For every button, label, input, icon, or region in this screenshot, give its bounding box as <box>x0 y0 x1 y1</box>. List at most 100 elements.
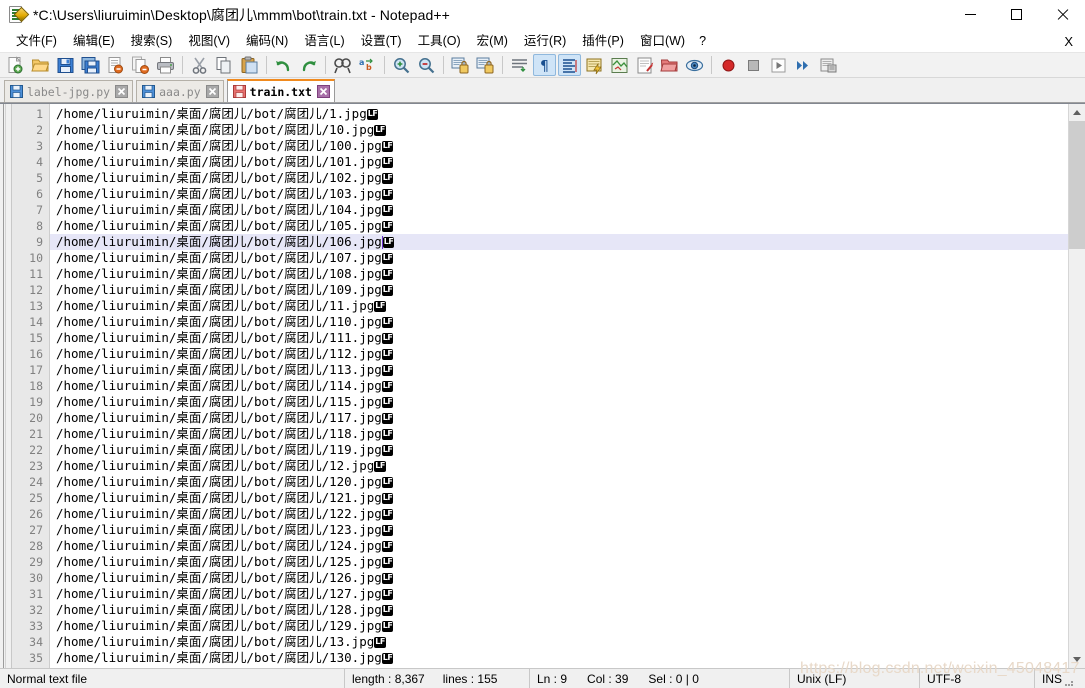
redo-icon[interactable] <box>297 54 320 76</box>
record-macro-icon[interactable] <box>717 54 740 76</box>
code-line[interactable]: /home/liuruimin/桌面/腐团儿/bot/腐团儿/127.jpg LF <box>50 586 1068 602</box>
paste-icon[interactable] <box>238 54 261 76</box>
code-line-current[interactable]: /home/liuruimin/桌面/腐团儿/bot/腐团儿/106.jpg LF <box>50 234 1068 250</box>
code-line[interactable]: /home/liuruimin/桌面/腐团儿/bot/腐团儿/121.jpg LF <box>50 490 1068 506</box>
menu-run[interactable]: 运行(R) <box>516 31 574 51</box>
code-line[interactable]: /home/liuruimin/桌面/腐团儿/bot/腐团儿/115.jpg LF <box>50 394 1068 410</box>
menu-macro[interactable]: 宏(M) <box>469 31 516 51</box>
menu-search[interactable]: 搜索(S) <box>123 31 181 51</box>
status-insert-mode[interactable]: INS <box>1035 669 1085 688</box>
replace-icon[interactable]: ab <box>356 54 379 76</box>
code-line[interactable]: /home/liuruimin/桌面/腐团儿/bot/腐团儿/101.jpg LF <box>50 154 1068 170</box>
code-line[interactable]: /home/liuruimin/桌面/腐团儿/bot/腐团儿/123.jpg LF <box>50 522 1068 538</box>
menu-help[interactable]: ? <box>693 31 712 51</box>
user-defined-dialog-icon[interactable] <box>583 54 606 76</box>
code-line[interactable]: /home/liuruimin/桌面/腐团儿/bot/腐团儿/105.jpg LF <box>50 218 1068 234</box>
undo-icon[interactable] <box>272 54 295 76</box>
scroll-down-button[interactable] <box>1069 651 1085 668</box>
menu-window[interactable]: 窗口(W) <box>632 31 693 51</box>
maximize-button[interactable] <box>993 0 1039 30</box>
status-eol-format[interactable]: Unix (LF) <box>790 668 920 688</box>
scroll-thumb[interactable] <box>1069 121 1085 249</box>
menu-settings[interactable]: 设置(T) <box>353 31 410 51</box>
word-wrap-icon[interactable] <box>508 54 531 76</box>
save-icon[interactable] <box>54 54 77 76</box>
minimize-button[interactable] <box>947 0 993 30</box>
vertical-scrollbar[interactable] <box>1068 104 1085 668</box>
code-line[interactable]: /home/liuruimin/桌面/腐团儿/bot/腐团儿/104.jpg LF <box>50 202 1068 218</box>
folder-as-workspace-icon[interactable] <box>658 54 681 76</box>
status-encoding[interactable]: UTF-8 <box>920 668 1035 688</box>
code-line[interactable]: /home/liuruimin/桌面/腐团儿/bot/腐团儿/108.jpg LF <box>50 266 1068 282</box>
code-line[interactable]: /home/liuruimin/桌面/腐团儿/bot/腐团儿/100.jpg LF <box>50 138 1068 154</box>
menu-language[interactable]: 语言(L) <box>296 31 352 51</box>
indent-guide-icon[interactable] <box>558 54 581 76</box>
code-line[interactable]: /home/liuruimin/桌面/腐团儿/bot/腐团儿/118.jpg LF <box>50 426 1068 442</box>
code-line[interactable]: /home/liuruimin/桌面/腐团儿/bot/腐团儿/103.jpg LF <box>50 186 1068 202</box>
close-all-icon[interactable] <box>129 54 152 76</box>
code-line[interactable]: /home/liuruimin/桌面/腐团儿/bot/腐团儿/130.jpg LF <box>50 650 1068 666</box>
code-line[interactable]: /home/liuruimin/桌面/腐团儿/bot/腐团儿/1.jpg LF <box>50 106 1068 122</box>
scroll-up-button[interactable] <box>1069 104 1085 121</box>
tab-label-jpg-py[interactable]: label-jpg.py <box>4 80 134 102</box>
sync-horizontal-scroll-icon[interactable] <box>474 54 497 76</box>
code-line[interactable]: /home/liuruimin/桌面/腐团儿/bot/腐团儿/112.jpg LF <box>50 346 1068 362</box>
code-line[interactable]: /home/liuruimin/桌面/腐团儿/bot/腐团儿/107.jpg LF <box>50 250 1068 266</box>
close-document-button[interactable]: X <box>1064 34 1085 49</box>
code-line[interactable]: /home/liuruimin/桌面/腐团儿/bot/腐团儿/122.jpg LF <box>50 506 1068 522</box>
cut-icon[interactable] <box>188 54 211 76</box>
code-line[interactable]: /home/liuruimin/桌面/腐团儿/bot/腐团儿/110.jpg LF <box>50 314 1068 330</box>
code-line[interactable]: /home/liuruimin/桌面/腐团儿/bot/腐团儿/10.jpg LF <box>50 122 1068 138</box>
resize-grip-icon[interactable] <box>1062 672 1076 686</box>
code-line[interactable]: /home/liuruimin/桌面/腐团儿/bot/腐团儿/13.jpg LF <box>50 634 1068 650</box>
bookmark-margin[interactable] <box>0 104 12 668</box>
code-line[interactable]: /home/liuruimin/桌面/腐团儿/bot/腐团儿/111.jpg LF <box>50 330 1068 346</box>
code-line[interactable]: /home/liuruimin/桌面/腐团儿/bot/腐团儿/113.jpg LF <box>50 362 1068 378</box>
code-line[interactable]: /home/liuruimin/桌面/腐团儿/bot/腐团儿/120.jpg LF <box>50 474 1068 490</box>
code-line[interactable]: /home/liuruimin/桌面/腐团儿/bot/腐团儿/129.jpg LF <box>50 618 1068 634</box>
sync-vertical-scroll-icon[interactable] <box>449 54 472 76</box>
code-line[interactable]: /home/liuruimin/桌面/腐团儿/bot/腐团儿/109.jpg LF <box>50 282 1068 298</box>
close-gray-icon[interactable] <box>115 85 129 98</box>
new-file-icon[interactable] <box>4 54 27 76</box>
open-file-icon[interactable] <box>29 54 52 76</box>
tab-aaa-py[interactable]: aaa.py <box>136 80 224 102</box>
code-line[interactable]: /home/liuruimin/桌面/腐团儿/bot/腐团儿/114.jpg LF <box>50 378 1068 394</box>
code-line[interactable]: /home/liuruimin/桌面/腐团儿/bot/腐团儿/124.jpg LF <box>50 538 1068 554</box>
zoom-in-icon[interactable] <box>390 54 413 76</box>
copy-icon[interactable] <box>213 54 236 76</box>
code-line[interactable]: /home/liuruimin/桌面/腐团儿/bot/腐团儿/125.jpg LF <box>50 554 1068 570</box>
function-list-icon[interactable] <box>633 54 656 76</box>
menu-view[interactable]: 视图(V) <box>180 31 238 51</box>
find-icon[interactable] <box>331 54 354 76</box>
stop-recording-icon[interactable] <box>742 54 765 76</box>
code-text-area[interactable]: /home/liuruimin/桌面/腐团儿/bot/腐团儿/1.jpg LF /… <box>50 104 1068 668</box>
code-line[interactable]: /home/liuruimin/桌面/腐团儿/bot/腐团儿/126.jpg LF <box>50 570 1068 586</box>
code-line[interactable]: /home/liuruimin/桌面/腐团儿/bot/腐团儿/119.jpg LF <box>50 442 1068 458</box>
close-file-icon[interactable] <box>104 54 127 76</box>
code-line[interactable]: /home/liuruimin/桌面/腐团儿/bot/腐团儿/128.jpg LF <box>50 602 1068 618</box>
tab-train-txt[interactable]: train.txt <box>226 79 335 102</box>
code-line[interactable]: /home/liuruimin/桌面/腐团儿/bot/腐团儿/117.jpg LF <box>50 410 1068 426</box>
playback-macro-icon[interactable] <box>767 54 790 76</box>
menu-file[interactable]: 文件(F) <box>8 31 65 51</box>
zoom-out-icon[interactable] <box>415 54 438 76</box>
monitoring-icon[interactable] <box>683 54 706 76</box>
code-line[interactable]: /home/liuruimin/桌面/腐团儿/bot/腐团儿/12.jpg LF <box>50 458 1068 474</box>
save-all-icon[interactable] <box>79 54 102 76</box>
code-line[interactable]: /home/liuruimin/桌面/腐团儿/bot/腐团儿/11.jpg LF <box>50 298 1068 314</box>
save-macro-icon[interactable] <box>817 54 840 76</box>
menu-encoding[interactable]: 编码(N) <box>238 31 296 51</box>
close-purple-icon[interactable] <box>316 85 330 98</box>
menu-plugins[interactable]: 插件(P) <box>574 31 632 51</box>
print-icon[interactable] <box>154 54 177 76</box>
close-button[interactable] <box>1039 0 1085 30</box>
menu-edit[interactable]: 编辑(E) <box>65 31 123 51</box>
menu-tools[interactable]: 工具(O) <box>410 31 469 51</box>
scroll-track[interactable] <box>1069 121 1085 651</box>
code-line[interactable]: /home/liuruimin/桌面/腐团儿/bot/腐团儿/102.jpg LF <box>50 170 1068 186</box>
run-macro-multiple-icon[interactable] <box>792 54 815 76</box>
show-all-chars-icon[interactable]: ¶ <box>533 54 556 76</box>
close-gray-icon[interactable] <box>205 85 219 98</box>
document-map-icon[interactable] <box>608 54 631 76</box>
